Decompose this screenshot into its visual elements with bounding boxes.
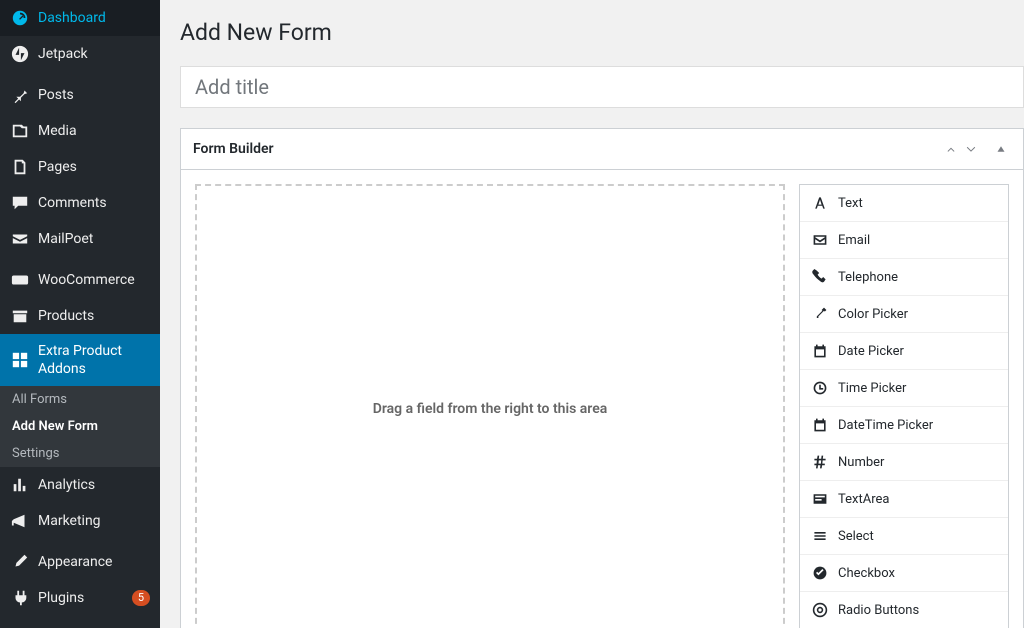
page-title: Add New Form <box>180 19 1024 46</box>
main-content: Add New Form Form Builder Drag a field f… <box>160 0 1024 628</box>
field-label: Time Picker <box>838 381 906 396</box>
sidebar-item-label: Media <box>38 122 150 140</box>
sidebar-item-label: Marketing <box>38 512 150 530</box>
calendar-icon <box>812 417 828 433</box>
builder-body: Drag a field from the right to this area… <box>181 170 1023 628</box>
radio-icon <box>812 602 828 618</box>
field-label: TextArea <box>838 492 889 507</box>
field-type-number[interactable]: Number <box>800 444 1008 481</box>
field-label: Checkbox <box>838 566 895 581</box>
plugins-update-badge: 5 <box>132 590 150 606</box>
sidebar-item-label: Appearance <box>38 553 150 571</box>
sidebar-item-label: Dashboard <box>38 9 150 27</box>
field-label: Text <box>838 196 863 211</box>
calendar-icon <box>812 343 828 359</box>
field-label: DateTime Picker <box>838 418 933 433</box>
field-type-text[interactable]: Text <box>800 185 1008 222</box>
select-icon <box>812 528 828 544</box>
sidebar-item-label: MailPoet <box>38 230 150 248</box>
sidebar-item-label: Products <box>38 307 150 325</box>
comments-icon <box>10 193 30 213</box>
sidebar-item-jetpack[interactable]: Jetpack <box>0 36 160 72</box>
field-palette: Text Email Telephone Color Picker Date P… <box>799 184 1009 628</box>
text-icon <box>812 195 828 211</box>
sidebar-item-label: Pages <box>38 158 150 176</box>
phone-icon <box>812 269 828 285</box>
sidebar-item-label: Analytics <box>38 476 150 494</box>
dashboard-icon <box>10 8 30 28</box>
field-label: Select <box>838 529 874 544</box>
field-type-date-picker[interactable]: Date Picker <box>800 333 1008 370</box>
field-type-select[interactable]: Select <box>800 518 1008 555</box>
mailpoet-icon <box>10 229 30 249</box>
analytics-icon <box>10 475 30 495</box>
sidebar-item-woocommerce[interactable]: WooCommerce <box>0 262 160 298</box>
field-type-email[interactable]: Email <box>800 222 1008 259</box>
eyedropper-icon <box>812 306 828 322</box>
jetpack-icon <box>10 44 30 64</box>
sidebar-item-label: Plugins <box>38 589 128 607</box>
field-label: Date Picker <box>838 344 904 359</box>
media-icon <box>10 121 30 141</box>
form-title-input[interactable] <box>180 66 1024 108</box>
sidebar-item-media[interactable]: Media <box>0 113 160 149</box>
admin-sidebar: Dashboard Jetpack Posts Media Pages Comm… <box>0 0 160 628</box>
move-up-button[interactable] <box>941 139 961 159</box>
sidebar-item-mailpoet[interactable]: MailPoet <box>0 221 160 257</box>
sidebar-item-comments[interactable]: Comments <box>0 185 160 221</box>
submenu-item-all-forms[interactable]: All Forms <box>0 386 160 413</box>
pages-icon <box>10 157 30 177</box>
submenu-item-add-new-form[interactable]: Add New Form <box>0 413 160 440</box>
plugins-icon <box>10 588 30 608</box>
move-down-button[interactable] <box>961 139 981 159</box>
sidebar-submenu: All Forms Add New Form Settings <box>0 386 160 467</box>
sidebar-item-label: Extra Product Addons <box>38 342 150 378</box>
pin-icon <box>10 85 30 105</box>
field-type-time-picker[interactable]: Time Picker <box>800 370 1008 407</box>
field-label: Number <box>838 455 884 470</box>
sidebar-item-marketing[interactable]: Marketing <box>0 503 160 539</box>
submenu-item-settings[interactable]: Settings <box>0 440 160 467</box>
sidebar-item-posts[interactable]: Posts <box>0 77 160 113</box>
sidebar-item-plugins[interactable]: Plugins5 <box>0 580 160 616</box>
sidebar-item-appearance[interactable]: Appearance <box>0 544 160 580</box>
hash-icon <box>812 454 828 470</box>
field-label: Color Picker <box>838 307 908 322</box>
sidebar-item-label: Comments <box>38 194 150 212</box>
form-builder-panel: Form Builder Drag a field from the right… <box>180 128 1024 628</box>
field-type-datetime-picker[interactable]: DateTime Picker <box>800 407 1008 444</box>
checkbox-icon <box>812 565 828 581</box>
woo-icon <box>10 270 30 290</box>
textarea-icon <box>812 491 828 507</box>
sidebar-item-products[interactable]: Products <box>0 298 160 334</box>
dropzone-placeholder: Drag a field from the right to this area <box>373 401 608 417</box>
products-icon <box>10 306 30 326</box>
field-type-telephone[interactable]: Telephone <box>800 259 1008 296</box>
sidebar-item-label: WooCommerce <box>38 271 150 289</box>
field-label: Radio Buttons <box>838 603 919 618</box>
clock-icon <box>812 380 828 396</box>
panel-header: Form Builder <box>181 129 1023 170</box>
marketing-icon <box>10 511 30 531</box>
toggle-panel-button[interactable] <box>991 139 1011 159</box>
field-type-checkbox[interactable]: Checkbox <box>800 555 1008 592</box>
sidebar-item-label: Jetpack <box>38 45 150 63</box>
sidebar-item-pages[interactable]: Pages <box>0 149 160 185</box>
field-dropzone[interactable]: Drag a field from the right to this area <box>195 184 785 628</box>
panel-title: Form Builder <box>193 141 941 157</box>
email-icon <box>812 232 828 248</box>
sidebar-item-dashboard[interactable]: Dashboard <box>0 0 160 36</box>
field-label: Email <box>838 233 870 248</box>
appearance-icon <box>10 552 30 572</box>
field-type-color-picker[interactable]: Color Picker <box>800 296 1008 333</box>
field-type-radio[interactable]: Radio Buttons <box>800 592 1008 628</box>
field-label: Telephone <box>838 270 898 285</box>
sidebar-item-extra-product-addons[interactable]: Extra Product Addons <box>0 334 160 386</box>
sidebar-item-analytics[interactable]: Analytics <box>0 467 160 503</box>
sidebar-item-label: Posts <box>38 86 150 104</box>
grid-icon <box>10 350 30 370</box>
field-type-textarea[interactable]: TextArea <box>800 481 1008 518</box>
